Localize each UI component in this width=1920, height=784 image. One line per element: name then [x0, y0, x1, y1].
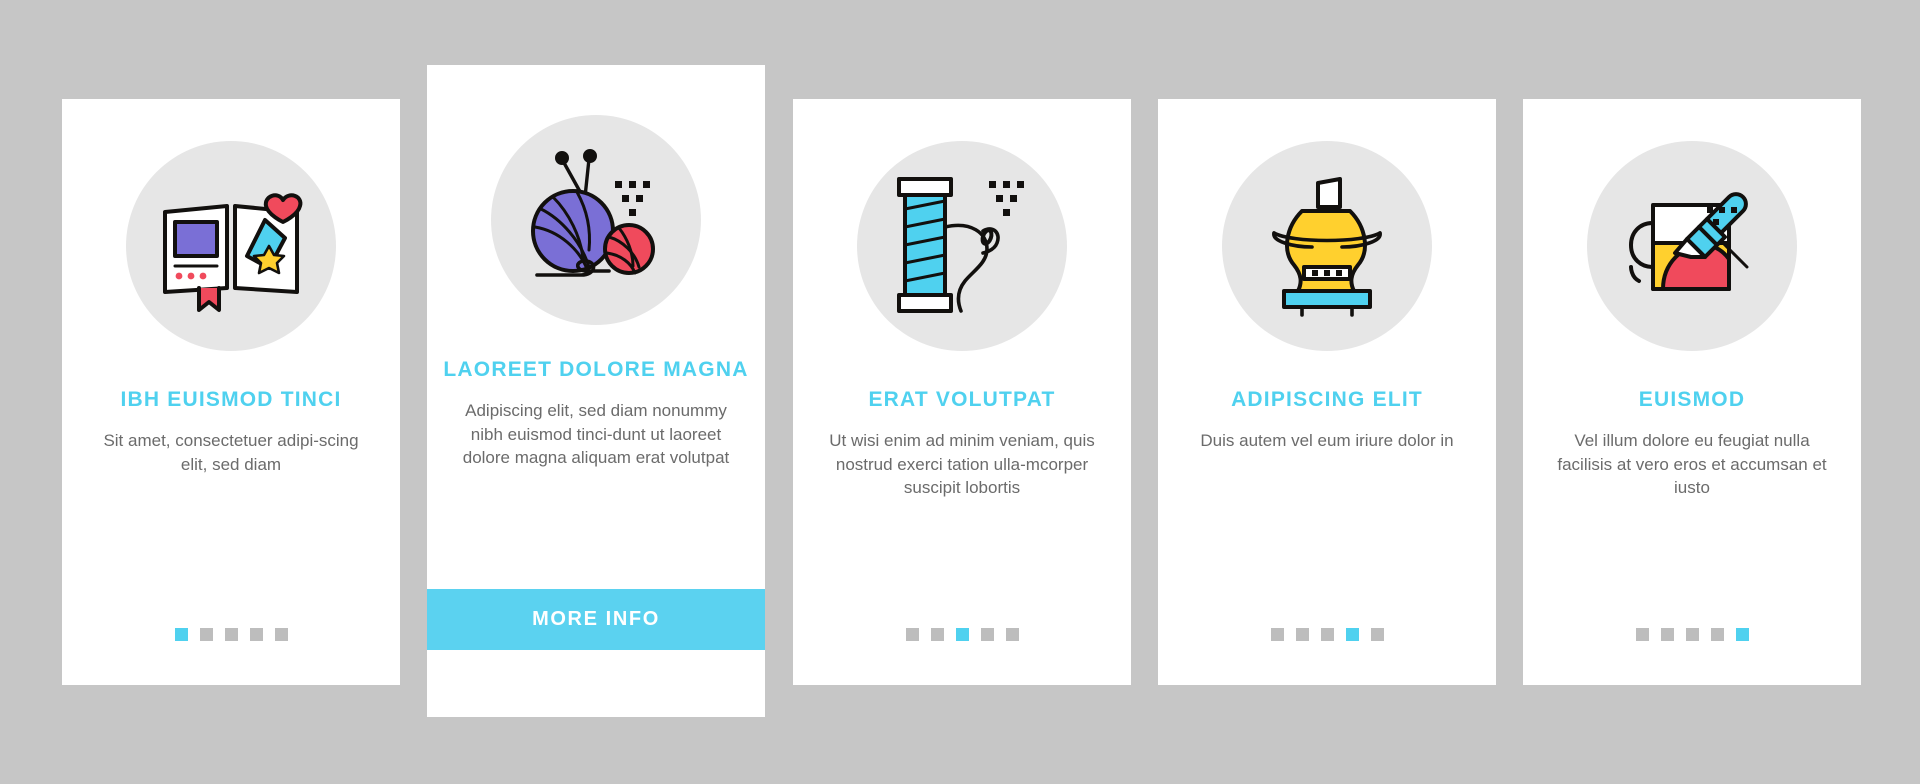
onboarding-card-2: LAOREET DOLORE MAGNA Adipiscing elit, se… — [427, 65, 765, 717]
card-description: Sit amet, consectetuer adipi-scing elit,… — [103, 431, 359, 474]
onboarding-screens-stage: IBH EUISMOD TINCI Sit amet, consectetuer… — [0, 0, 1920, 784]
pagination-dot[interactable] — [1635, 628, 1649, 641]
icon-circle — [1587, 141, 1797, 351]
pagination-dots[interactable] — [905, 628, 1019, 641]
pottery-wheel-vase-icon — [1242, 171, 1412, 321]
card-title: LAOREET DOLORE MAGNA — [443, 358, 749, 381]
thread-spool-needle-icon — [877, 171, 1047, 321]
onboarding-card-5: EUISMOD Vel illum dolore eu feugiat null… — [1523, 99, 1861, 685]
card-bottom-padding — [427, 650, 765, 717]
icon-circle — [857, 141, 1067, 351]
pagination-dot[interactable] — [930, 628, 944, 641]
pagination-dot[interactable] — [199, 628, 213, 641]
card-title: IBH EUISMOD TINCI — [120, 388, 342, 411]
pagination-dot[interactable] — [1370, 628, 1384, 641]
pagination-dot[interactable] — [174, 628, 188, 641]
more-info-button[interactable]: MORE INFO — [427, 589, 765, 650]
card-description: Vel illum dolore eu feugiat nulla facili… — [1557, 431, 1827, 498]
pagination-dots[interactable] — [1635, 628, 1749, 641]
pagination-dot[interactable] — [224, 628, 238, 641]
yarn-ball-knitting-icon — [511, 145, 681, 295]
pagination-dot[interactable] — [1660, 628, 1674, 641]
card-title: ERAT VOLUTPAT — [868, 388, 1056, 411]
pagination-dot[interactable] — [1685, 628, 1699, 641]
card-title: ADIPISCING ELIT — [1231, 388, 1423, 411]
icon-circle — [126, 141, 336, 351]
pagination-dot[interactable] — [1345, 628, 1359, 641]
onboarding-card-3: ERAT VOLUTPAT Ut wisi enim ad minim veni… — [793, 99, 1131, 685]
pagination-dot[interactable] — [905, 628, 919, 641]
pagination-dot[interactable] — [955, 628, 969, 641]
open-book-icon — [151, 176, 311, 316]
card-title: EUISMOD — [1638, 388, 1746, 411]
pagination-dot[interactable] — [274, 628, 288, 641]
paint-brush-canvas-icon — [1607, 171, 1777, 321]
icon-circle — [491, 115, 701, 325]
pagination-dot[interactable] — [1320, 628, 1334, 641]
pagination-dots[interactable] — [174, 628, 288, 641]
pagination-dot[interactable] — [1270, 628, 1284, 641]
icon-circle — [1222, 141, 1432, 351]
card-description: Adipiscing elit, sed diam nonummy nibh e… — [462, 401, 730, 468]
pagination-dot[interactable] — [1710, 628, 1724, 641]
pagination-dot[interactable] — [1295, 628, 1309, 641]
onboarding-card-1: IBH EUISMOD TINCI Sit amet, consectetuer… — [62, 99, 400, 685]
pagination-dot[interactable] — [249, 628, 263, 641]
card-description: Duis autem vel eum iriure dolor in — [1200, 431, 1454, 451]
pagination-dot[interactable] — [980, 628, 994, 641]
onboarding-card-4: ADIPISCING ELIT Duis autem vel eum iriur… — [1158, 99, 1496, 685]
pagination-dots[interactable] — [1270, 628, 1384, 641]
card-description: Ut wisi enim ad minim veniam, quis nostr… — [829, 431, 1095, 498]
pagination-dot[interactable] — [1735, 628, 1749, 641]
pagination-dot[interactable] — [1005, 628, 1019, 641]
